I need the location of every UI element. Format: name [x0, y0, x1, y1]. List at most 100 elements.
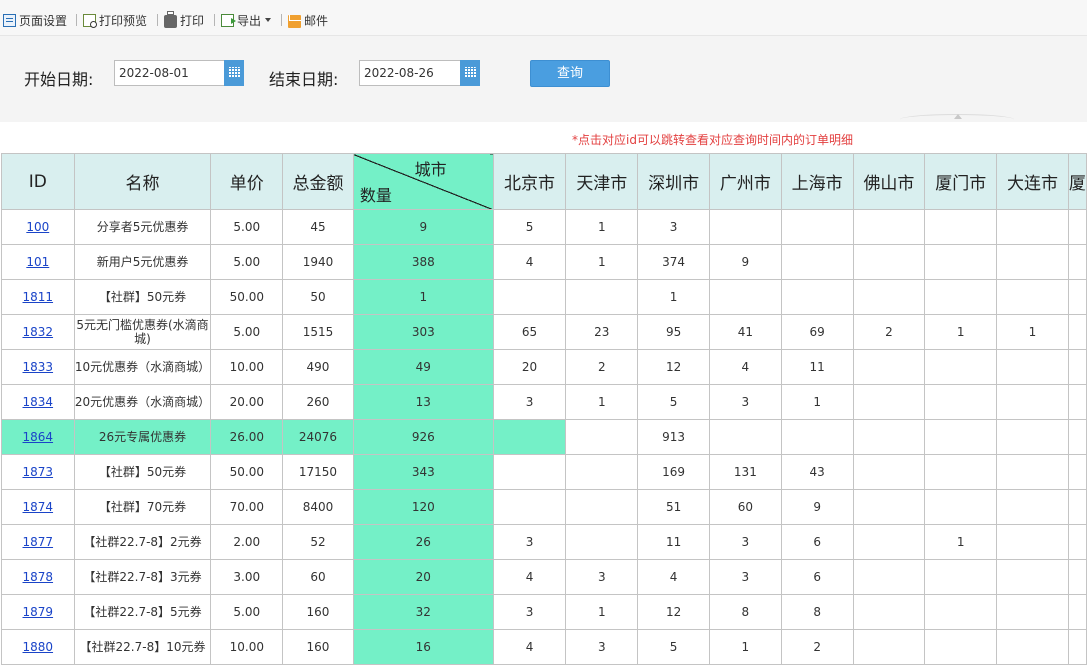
cell-quantity: 32 — [352, 594, 494, 630]
cell-price: 5.00 — [210, 244, 284, 280]
start-date-input[interactable] — [114, 60, 225, 86]
cell-price: 10.00 — [210, 629, 284, 665]
cell-city-count: 2 — [565, 349, 639, 385]
cell-price: 10.00 — [210, 349, 284, 385]
cell-id: 1879 — [1, 594, 75, 630]
print-button[interactable]: 打印 — [164, 11, 204, 29]
cell-city-count — [565, 454, 639, 490]
cell-city-count: 9 — [708, 244, 782, 280]
cell-total: 1940 — [282, 244, 354, 280]
order-detail-link[interactable]: 1874 — [23, 500, 54, 514]
order-detail-link[interactable]: 100 — [26, 220, 49, 234]
cell-city-count — [852, 594, 926, 630]
cell-city-count: 41 — [708, 314, 782, 350]
cell-name: 20元优惠券（水滴商城） — [73, 384, 212, 420]
order-detail-link[interactable]: 1864 — [23, 430, 54, 444]
id-link-hint: *点击对应id可以跳转查看对应查询时间内的订单明细 — [572, 133, 853, 147]
column-header-price: 单价 — [210, 153, 284, 210]
cell-city-count — [852, 244, 926, 280]
cell-price: 70.00 — [210, 489, 284, 525]
mail-button[interactable]: 邮件 — [288, 11, 328, 29]
toolbar-divider — [157, 14, 158, 26]
table-row: 1879 【社群22.7-8】5元券 5.00 160 32 3 1 12 8 8 — [1, 594, 1087, 630]
cell-city-count: 12 — [637, 594, 710, 630]
print-preview-button[interactable]: 打印预览 — [83, 11, 147, 29]
mail-label: 邮件 — [304, 13, 329, 28]
page-setup-button[interactable]: 页面设置 — [3, 11, 67, 29]
table-row: 1874 【社群】70元券 70.00 8400 120 51 60 9 — [1, 489, 1087, 525]
order-detail-link[interactable]: 1877 — [23, 535, 54, 549]
cell-city-count: 11 — [780, 349, 854, 385]
cell-total: 160 — [282, 594, 354, 630]
cell-city-count — [780, 419, 854, 455]
cell-city-count — [996, 419, 1069, 455]
cell-city-count: 3 — [492, 384, 567, 420]
cell-city-count — [1067, 454, 1087, 490]
order-detail-link[interactable]: 1811 — [23, 290, 54, 304]
cell-city-count — [924, 279, 998, 315]
order-detail-link[interactable]: 1873 — [23, 465, 54, 479]
calendar-icon — [228, 67, 240, 78]
cell-name: 【社群22.7-8】3元券 — [73, 559, 212, 595]
toolbar-divider — [76, 14, 77, 26]
cell-city-count — [996, 279, 1069, 315]
end-date-input[interactable] — [359, 60, 461, 86]
order-detail-link[interactable]: 1879 — [23, 605, 54, 619]
cell-city-count — [852, 349, 926, 385]
cell-city-count: 3 — [708, 384, 782, 420]
cell-name: 5元无门槛优惠券(水滴商城) — [73, 314, 212, 350]
cell-city-count — [1067, 384, 1087, 420]
cell-city-count — [924, 384, 998, 420]
cell-city-count: 4 — [637, 559, 710, 595]
table-row: 1880 【社群22.7-8】10元券 10.00 160 16 4 3 5 1 2 — [1, 629, 1087, 665]
cell-id: 1873 — [1, 454, 75, 490]
start-date-calendar-button[interactable] — [224, 60, 244, 86]
cell-city-count — [924, 559, 998, 595]
chevron-up-icon — [954, 114, 962, 119]
cell-total: 160 — [282, 629, 354, 665]
cell-city-count: 3 — [492, 524, 567, 560]
table-row: 1833 10元优惠券（水滴商城） 10.00 490 49 20 2 12 4 11 — [1, 349, 1087, 385]
cell-quantity: 13 — [352, 384, 494, 420]
cell-city-count: 6 — [780, 524, 854, 560]
column-header-city: 厦门市 — [924, 153, 998, 210]
cell-city-count — [852, 524, 926, 560]
order-detail-link[interactable]: 101 — [26, 255, 49, 269]
column-header-total: 总金额 — [282, 153, 354, 210]
order-detail-link[interactable]: 1832 — [23, 325, 54, 339]
cell-id: 1834 — [1, 384, 75, 420]
cell-city-count: 5 — [637, 384, 710, 420]
cell-city-count: 8 — [780, 594, 854, 630]
cell-city-count — [1067, 524, 1087, 560]
cell-city-count — [1067, 209, 1087, 245]
end-date-calendar-button[interactable] — [460, 60, 480, 86]
cell-city-count — [1067, 489, 1087, 525]
cell-city-count — [565, 524, 639, 560]
order-detail-link[interactable]: 1833 — [23, 360, 54, 374]
cell-city-count — [1067, 594, 1087, 630]
table-header-row: ID 名称 单价 总金额 城市 数量 北京市 天津市 深圳市 广州市 上海市 佛… — [1, 153, 1087, 210]
column-header-city: 深圳市 — [637, 153, 710, 210]
cell-quantity: 9 — [352, 209, 494, 245]
cell-city-count: 3 — [637, 209, 710, 245]
cell-city-count: 51 — [637, 489, 710, 525]
cell-quantity: 26 — [352, 524, 494, 560]
table-row: 1873 【社群】50元券 50.00 17150 343 169 131 43 — [1, 454, 1087, 490]
diagonal-header-quantity: 数量 — [359, 186, 392, 205]
cell-city-count — [1067, 349, 1087, 385]
cell-city-count: 43 — [780, 454, 854, 490]
query-button[interactable]: 查询 — [530, 60, 610, 87]
cell-name: 【社群22.7-8】5元券 — [73, 594, 212, 630]
column-header-city: 上海市 — [780, 153, 854, 210]
cell-city-count: 8 — [708, 594, 782, 630]
order-detail-link[interactable]: 1834 — [23, 395, 54, 409]
cell-city-count — [780, 279, 854, 315]
cell-name: 新用户5元优惠券 — [73, 244, 212, 280]
order-detail-link[interactable]: 1878 — [23, 570, 54, 584]
cell-city-count: 1 — [565, 209, 639, 245]
cell-city-count — [996, 384, 1069, 420]
cell-id: 1833 — [1, 349, 75, 385]
export-dropdown-button[interactable]: 导出 — [221, 11, 272, 29]
column-header-city: 大连市 — [996, 153, 1069, 210]
order-detail-link[interactable]: 1880 — [23, 640, 54, 654]
